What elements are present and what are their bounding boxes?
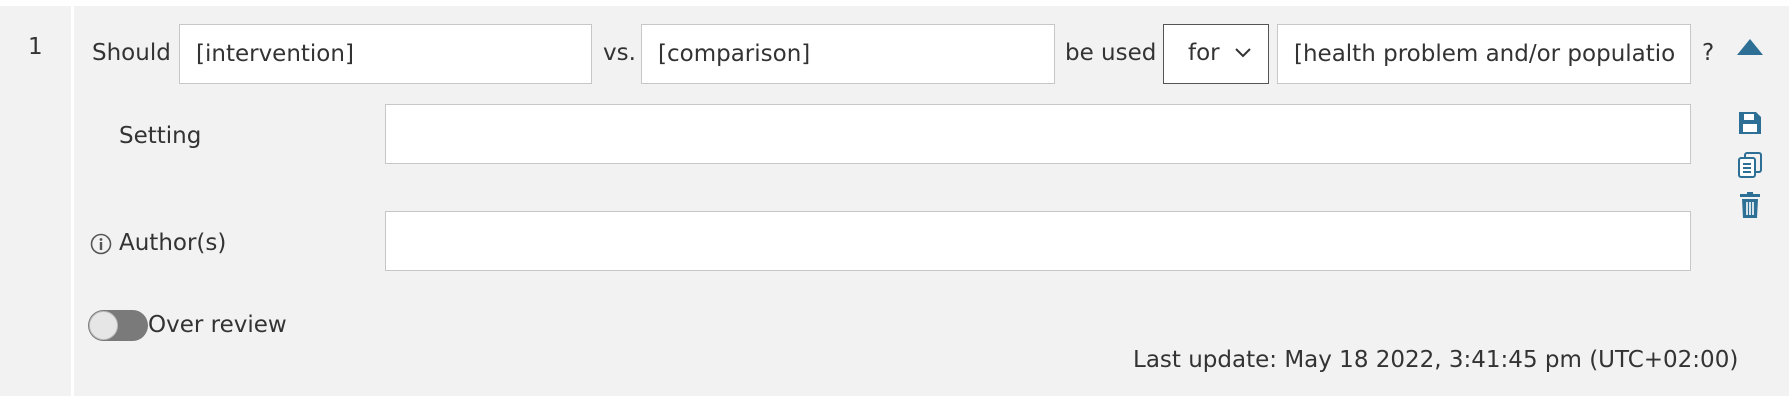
population-input[interactable] xyxy=(1277,24,1691,84)
setting-input[interactable] xyxy=(385,104,1691,164)
question-row: 1 Should vs. be used for ? Set xyxy=(0,6,1789,396)
chevron-down-icon xyxy=(1235,48,1251,58)
question-mark: ? xyxy=(1702,40,1715,66)
should-label: Should xyxy=(92,40,171,66)
vs-label: vs. xyxy=(603,40,636,66)
intervention-input[interactable] xyxy=(179,24,592,84)
triangle-up-icon[interactable] xyxy=(1736,38,1764,56)
over-review-toggle[interactable] xyxy=(88,310,148,341)
authors-input[interactable] xyxy=(385,211,1691,271)
for-select[interactable]: for xyxy=(1163,24,1269,84)
floppy-disk-icon[interactable] xyxy=(1737,110,1763,136)
last-update-text: Last update: May 18 2022, 3:41:45 pm (UT… xyxy=(1133,347,1739,373)
comparison-input[interactable] xyxy=(641,24,1055,84)
toggle-knob xyxy=(89,311,118,340)
setting-label: Setting xyxy=(119,123,202,149)
row-number-column: 1 xyxy=(0,6,74,396)
copy-icon[interactable] xyxy=(1737,151,1763,179)
over-review-label: Over review xyxy=(148,312,287,338)
be-used-label: be used xyxy=(1065,40,1157,66)
info-icon[interactable] xyxy=(90,233,112,255)
for-select-value: for xyxy=(1188,40,1220,66)
row-number: 1 xyxy=(28,34,43,60)
authors-label: Author(s) xyxy=(119,230,227,256)
trash-icon[interactable] xyxy=(1739,192,1761,219)
